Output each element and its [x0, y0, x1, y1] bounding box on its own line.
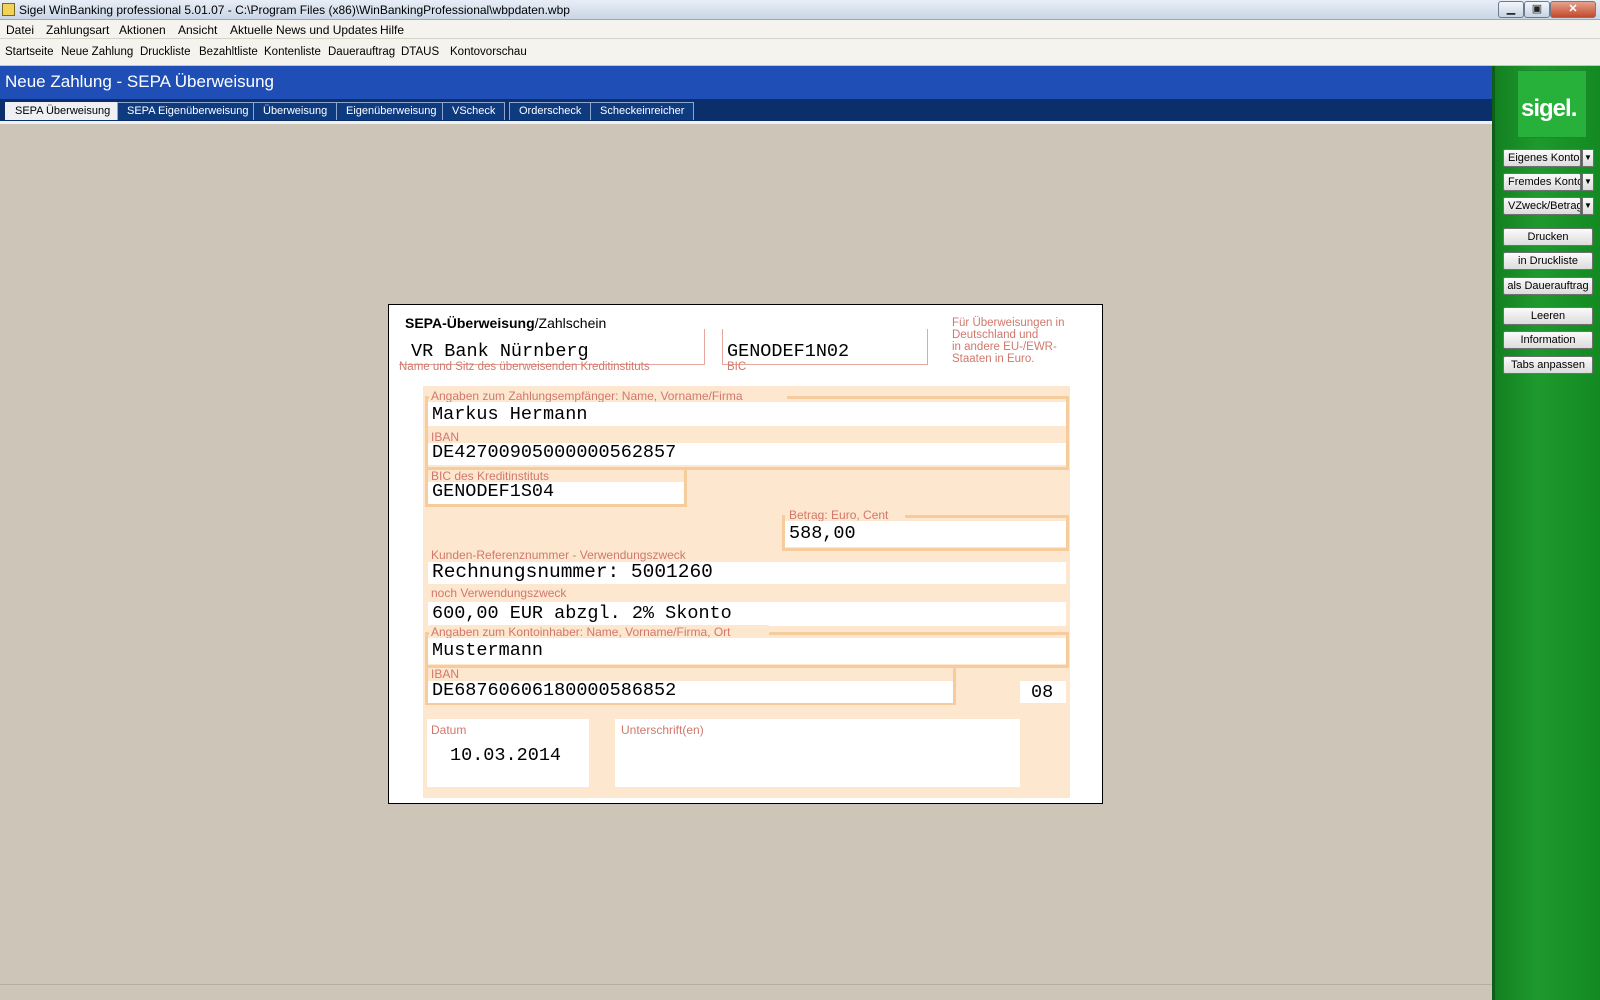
menu-aktionen[interactable]: Aktionen	[119, 23, 166, 37]
holder-label: Angaben zum Kontoinhaber: Name, Vorname/…	[431, 625, 731, 639]
information-button[interactable]: Information	[1503, 331, 1593, 349]
maximize-button[interactable]: ▣	[1524, 1, 1550, 18]
reference-label: Kunden-Referenznummer - Verwendungszweck	[431, 548, 686, 562]
date-label: Datum	[431, 723, 467, 737]
bank-bic-input[interactable]: GENODEF1N02	[727, 341, 849, 362]
signature-label: Unterschrift(en)	[621, 723, 704, 737]
purpose-label: noch Verwendungszweck	[431, 586, 567, 600]
drucken-button[interactable]: Drucken	[1503, 228, 1593, 246]
eigenes-konto-button[interactable]: Eigenes Konto	[1503, 149, 1581, 167]
status-bar	[0, 984, 1492, 1000]
page-header: Neue Zahlung - SEPA Überweisung	[0, 66, 1492, 99]
bank-bic-label: BIC	[727, 361, 747, 373]
toolbar: Startseite Neue Zahlung Druckliste Bezah…	[0, 39, 1600, 66]
toolbar-dtaus[interactable]: DTAUS	[401, 46, 439, 58]
app-icon	[2, 3, 15, 16]
toolbar-kontovorschau[interactable]: Kontovorschau	[450, 46, 527, 58]
action-panel: sigel. Eigenes Konto ▼ Fremdes Konto ▼ V…	[1492, 66, 1600, 1000]
title-bar: Sigel WinBanking professional 5.01.07 - …	[0, 0, 1600, 20]
sepa-note: Für Überweisungen in Deutschland und in …	[952, 317, 1065, 365]
in-druckliste-button[interactable]: in Druckliste	[1503, 252, 1593, 270]
tab-eigenueberweisung[interactable]: Eigenüberweisung	[336, 102, 447, 120]
recipient-bic-input[interactable]: GENODEF1S04	[432, 481, 554, 502]
toolbar-bezahltliste[interactable]: Bezahltliste	[199, 46, 258, 58]
bank-name-label: Name und Sitz des überweisenden Kreditin…	[399, 361, 650, 373]
tab-sepa-ueberweisung[interactable]: SEPA Überweisung	[5, 102, 121, 120]
toolbar-dauerauftrag[interactable]: Dauerauftrag	[328, 46, 395, 58]
fremdes-konto-dropdown-icon[interactable]: ▼	[1582, 173, 1594, 191]
recipient-iban-input[interactable]: DE42700905000000562857	[432, 442, 676, 463]
vzweck-betrag-dropdown-icon[interactable]: ▼	[1582, 197, 1594, 215]
eigenes-konto-dropdown-icon[interactable]: ▼	[1582, 149, 1594, 167]
als-dauerauftrag-button[interactable]: als Dauerauftrag	[1503, 277, 1593, 295]
menu-zahlungsart[interactable]: Zahlungsart	[46, 23, 109, 37]
minimize-button[interactable]: ▁	[1498, 1, 1524, 18]
recipient-name-input[interactable]: Markus Hermann	[432, 404, 587, 425]
sepa-transfer-form: SEPA-Überweisung/Zahlschein VR Bank Nürn…	[388, 304, 1103, 804]
tab-strip: SEPA Überweisung SEPA Eigenüberweisung Ü…	[0, 99, 1492, 121]
reference-input[interactable]: Rechnungsnummer: 5001260	[432, 561, 713, 583]
recipient-label: Angaben zum Zahlungsempfänger: Name, Vor…	[431, 389, 743, 403]
menu-ansicht[interactable]: Ansicht	[178, 23, 217, 37]
tab-ueberweisung[interactable]: Überweisung	[253, 102, 338, 120]
close-button[interactable]: ✕	[1550, 1, 1596, 18]
tabs-anpassen-button[interactable]: Tabs anpassen	[1503, 356, 1593, 374]
holder-name-input[interactable]: Mustermann	[432, 640, 543, 661]
leeren-button[interactable]: Leeren	[1503, 307, 1593, 325]
menu-news-updates[interactable]: Aktuelle News und Updates	[230, 23, 377, 37]
logo-text: sigel.	[1521, 95, 1577, 122]
bank-name-input[interactable]: VR Bank Nürnberg	[411, 341, 589, 362]
purpose-input[interactable]: 600,00 EUR abzgl. 2% Skonto	[432, 603, 732, 624]
tab-scheckeinreicher[interactable]: Scheckeinreicher	[590, 102, 695, 120]
amount-input[interactable]: 588,00	[789, 523, 856, 544]
vzweck-betrag-button[interactable]: VZweck/Betrag	[1503, 197, 1581, 215]
page-title: Neue Zahlung - SEPA Überweisung	[5, 72, 275, 91]
toolbar-startseite[interactable]: Startseite	[5, 46, 54, 58]
code-input[interactable]: 08	[1031, 682, 1053, 703]
holder-iban-label: IBAN	[431, 667, 460, 681]
toolbar-druckliste[interactable]: Druckliste	[140, 46, 190, 58]
tab-orderscheck[interactable]: Orderscheck	[509, 102, 592, 120]
toolbar-kontenliste[interactable]: Kontenliste	[264, 46, 321, 58]
fremdes-konto-button[interactable]: Fremdes Konto	[1503, 173, 1581, 191]
menu-hilfe[interactable]: Hilfe	[380, 23, 404, 37]
menu-bar: Datei Zahlungsart Aktionen Ansicht Aktue…	[0, 20, 1600, 39]
menu-datei[interactable]: Datei	[6, 23, 34, 37]
sigel-logo: sigel.	[1517, 70, 1587, 138]
window-title: Sigel WinBanking professional 5.01.07 - …	[19, 3, 570, 17]
toolbar-neue-zahlung[interactable]: Neue Zahlung	[61, 46, 133, 58]
amount-label: Betrag: Euro, Cent	[789, 508, 889, 522]
tab-sepa-eigenueberweisung[interactable]: SEPA Eigenüberweisung	[117, 102, 259, 120]
holder-iban-input[interactable]: DE68760606180000586852	[432, 680, 676, 701]
date-input[interactable]: 10.03.2014	[450, 745, 561, 766]
tab-vscheck[interactable]: VScheck	[442, 102, 506, 120]
